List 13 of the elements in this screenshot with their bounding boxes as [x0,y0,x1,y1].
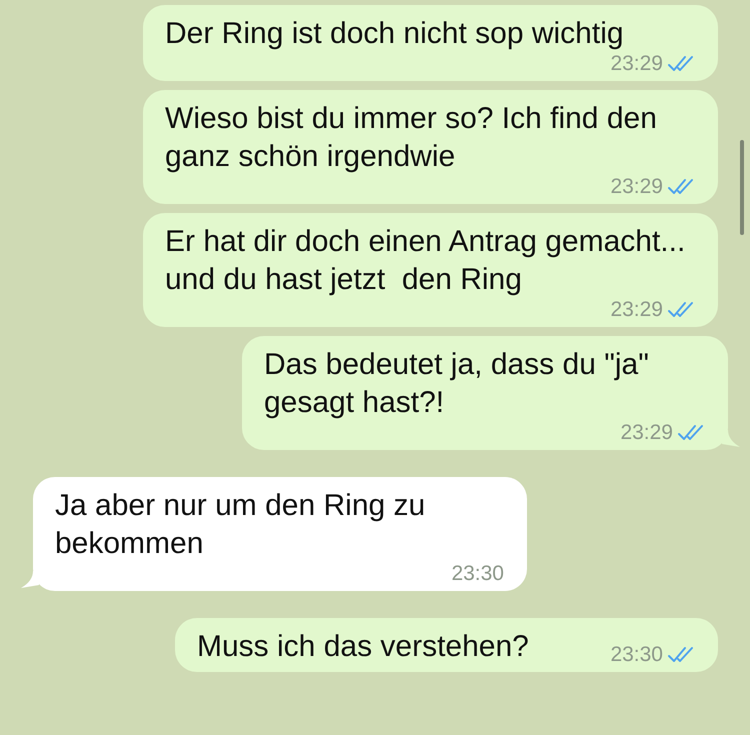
message-text: Der Ring ist doch nicht sop wichtig [165,16,624,52]
message-time: 23:29 [610,298,663,322]
message-time: 23:29 [620,421,673,445]
message-time: 23:29 [610,52,663,76]
scroll-bar[interactable] [740,140,744,235]
message-time: 23:30 [451,562,504,586]
message-time: 23:30 [610,643,663,667]
message-text: Das bedeutet ja, dass du "ja" gesagt hast?! [264,347,650,421]
message-text: Wieso bist du immer so? Ich find den ganz schön irgendwie [165,101,658,175]
message-text: Ja aber nur um den Ring zu bekommen [55,488,426,562]
message-text: Muss ich das verstehen? [197,629,529,665]
message-time: 23:29 [610,175,663,199]
message-text: Er hat dir doch einen Antrag gemacht... und du hast jetzt den Ring [165,224,686,298]
